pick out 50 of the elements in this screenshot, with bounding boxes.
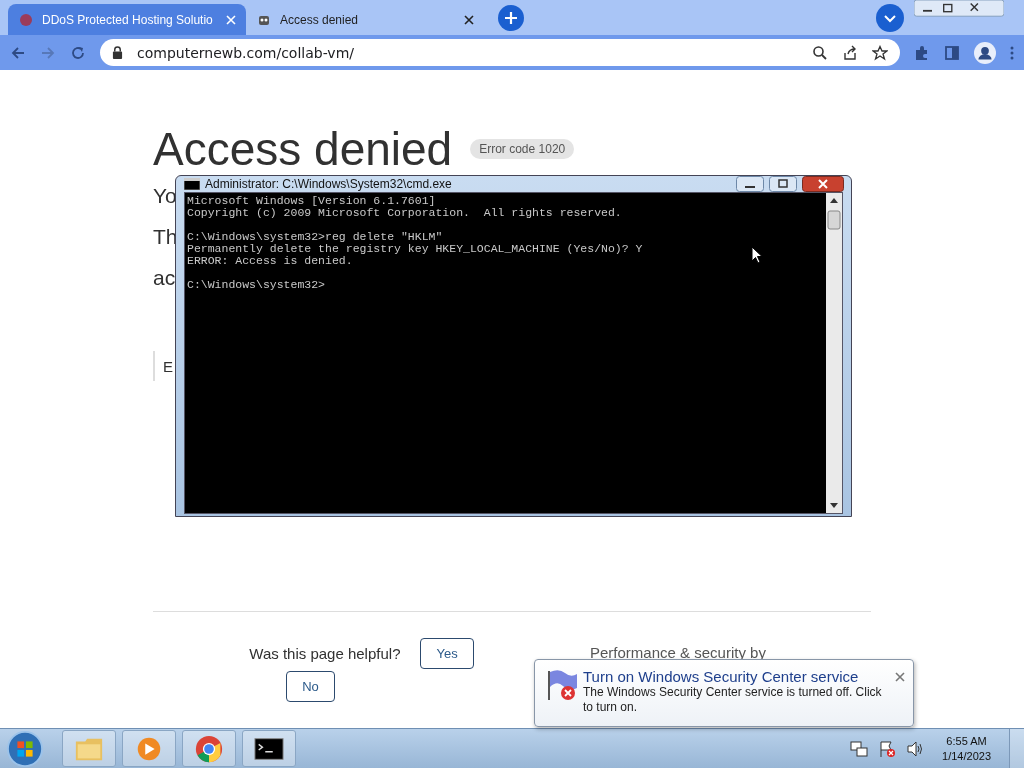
address-bar[interactable]: computernewb.com/collab-vm/ <box>100 39 900 66</box>
clock-date[interactable]: 1/14/2023 <box>942 748 991 764</box>
mouse-cursor-icon <box>751 246 763 264</box>
no-button[interactable]: No <box>286 671 335 702</box>
clock-time[interactable]: 6:55 AM <box>946 733 987 749</box>
notification-text: The Windows Security Center service is turned off. Click to turn on. <box>583 685 883 715</box>
note-text: E <box>163 356 173 377</box>
back-icon[interactable] <box>10 44 26 61</box>
close-icon[interactable] <box>464 14 474 25</box>
console-line: Copyright (c) 2009 Microsoft Corporation. All rights reserved. <box>187 207 623 219</box>
minimize-button[interactable] <box>736 176 764 192</box>
chrome-icon <box>194 734 224 763</box>
console-line: Permanently delete the registry key HKEY_LOCAL_MACHINE (Yes/No)? Y <box>187 243 644 255</box>
notification-title: Turn on Windows Security Center service <box>583 668 860 685</box>
taskbar-button[interactable] <box>242 730 296 767</box>
lock-icon <box>112 46 123 59</box>
window-controls[interactable] <box>914 0 1004 18</box>
menu-icon[interactable] <box>1010 44 1014 61</box>
sidebar-icon[interactable] <box>944 44 960 61</box>
close-button[interactable] <box>802 176 844 192</box>
network-icon[interactable] <box>850 739 869 758</box>
scrollbar[interactable] <box>826 193 842 513</box>
browser-tab[interactable]: DDoS Protected Hosting Solutio <box>8 4 246 35</box>
yes-button[interactable]: Yes <box>420 638 474 669</box>
terminal-icon <box>184 178 200 190</box>
feedback-question: Was this page helpful? <box>249 645 401 662</box>
new-tab-button[interactable] <box>498 5 524 31</box>
flag-error-icon[interactable] <box>878 739 897 758</box>
share-icon[interactable] <box>842 44 858 61</box>
close-icon[interactable] <box>895 672 905 682</box>
window-title: Administrator: C:\Windows\System32\cmd.exe <box>205 177 452 191</box>
console-line: C:\Windows\system32>reg delete "HKLM" <box>187 231 444 243</box>
reload-icon[interactable] <box>70 44 86 61</box>
notification-balloon[interactable]: Turn on Windows Security Center service The Windows Security Center service is turned off. Click to turn on. <box>534 659 914 727</box>
console-line: C:\Windows\system32> <box>187 279 327 291</box>
error-code-badge: Error code 1020 <box>470 139 575 159</box>
star-icon[interactable] <box>872 44 888 61</box>
flag-error-icon <box>545 668 579 702</box>
browser-tab[interactable]: Access denied <box>246 4 484 35</box>
console-line: ERROR: Access is denied. <box>187 255 354 267</box>
dropdown-button[interactable] <box>876 4 904 32</box>
start-button[interactable] <box>6 729 44 768</box>
puzzle-icon[interactable] <box>914 44 930 61</box>
paragraph-text: ac <box>153 265 176 291</box>
console-line: Microsoft Windows [Version 6.1.7601] <box>187 195 437 207</box>
maximize-button[interactable] <box>769 176 797 192</box>
profile-icon[interactable] <box>974 41 996 64</box>
page-heading: Access denied <box>153 122 453 176</box>
search-icon[interactable] <box>812 44 828 61</box>
speaker-icon[interactable] <box>906 739 925 758</box>
